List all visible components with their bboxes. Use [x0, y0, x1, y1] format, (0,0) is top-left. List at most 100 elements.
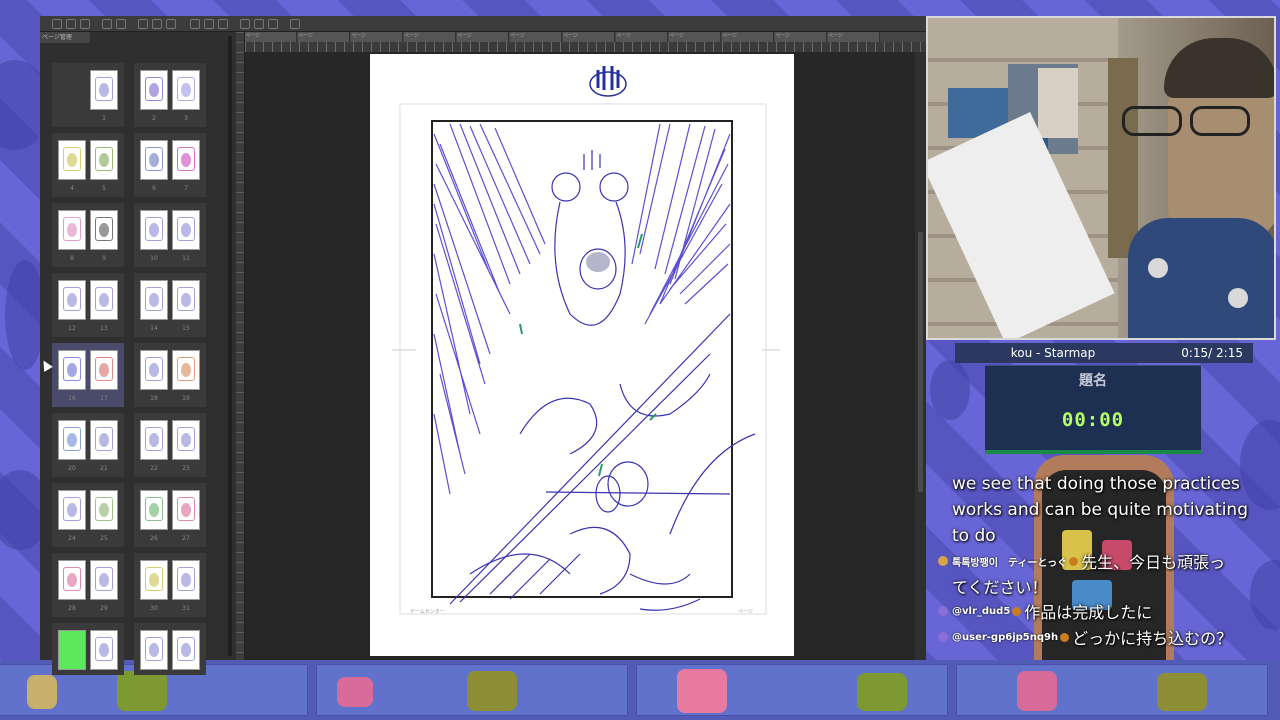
page-thumbnail[interactable]: [140, 490, 168, 530]
page-thumbnail[interactable]: [90, 210, 118, 250]
undo-icon[interactable]: [102, 19, 112, 29]
page-number: 31: [182, 605, 190, 612]
chat-message: 톡톡방팽이 ティーとっぐ 先生、今日も頑張っ: [938, 548, 1274, 574]
page-thumbnail[interactable]: [90, 560, 118, 600]
page-thumbnail[interactable]: [58, 350, 86, 390]
new-file-icon[interactable]: [52, 19, 62, 29]
document-tab[interactable]: ページ: [510, 32, 562, 42]
member-badge-icon: [1060, 632, 1070, 642]
page-thumbnail[interactable]: [172, 140, 200, 180]
page-thumbnail[interactable]: [172, 630, 200, 670]
page-number: 17: [100, 395, 108, 402]
snap-ruler-icon[interactable]: [190, 19, 200, 29]
page-spread-thumbnail[interactable]: 28 29: [52, 553, 124, 617]
page-thumbnail[interactable]: [140, 140, 168, 180]
document-tab[interactable]: ページ: [245, 32, 297, 42]
document-tab[interactable]: ページ: [351, 32, 403, 42]
page-thumbnail[interactable]: [140, 630, 168, 670]
page-thumbnail[interactable]: [58, 210, 86, 250]
document-tab[interactable]: ページ: [669, 32, 721, 42]
page-thumbnail[interactable]: [140, 420, 168, 460]
panel-splitter[interactable]: [228, 36, 232, 656]
avatar: [938, 606, 948, 616]
page-thumbnail[interactable]: [140, 280, 168, 320]
document-tab[interactable]: ページ: [563, 32, 615, 42]
page-thumbnail[interactable]: [172, 70, 200, 110]
document-tab[interactable]: ページ: [828, 32, 880, 42]
save-icon[interactable]: [80, 19, 90, 29]
page-thumbnail[interactable]: [58, 490, 86, 530]
page-spread-thumbnail[interactable]: 45: [52, 133, 124, 197]
page-spread-thumbnail[interactable]: 24 25: [52, 483, 124, 547]
page-thumbnail[interactable]: [58, 280, 86, 320]
page-spread-thumbnail[interactable]: 16 17: [52, 343, 124, 407]
page-thumbnail[interactable]: [90, 350, 118, 390]
manga-page[interactable]: ゲームセンター ページ: [370, 54, 794, 656]
transform-icon[interactable]: [152, 19, 162, 29]
page-thumbnail[interactable]: [58, 140, 86, 180]
page-thumbnail[interactable]: [90, 420, 118, 460]
scrollbar-thumb[interactable]: [918, 232, 923, 492]
page-manager-tab[interactable]: ページ管理: [40, 32, 90, 43]
page-spread-thumbnail[interactable]: 89: [52, 203, 124, 267]
page-number: 26: [150, 535, 158, 542]
page-thumbnail[interactable]: [58, 420, 86, 460]
page-thumbnail[interactable]: [90, 280, 118, 320]
page-spread-thumbnail[interactable]: 23: [134, 63, 206, 127]
canvas-area[interactable]: ゲームセンター ページ: [245, 52, 926, 660]
snap-special-icon[interactable]: [218, 19, 228, 29]
page-thumbnail[interactable]: [172, 560, 200, 600]
page-thumbnail[interactable]: [90, 70, 118, 110]
document-tab[interactable]: ページ: [722, 32, 774, 42]
clear-icon[interactable]: [138, 19, 148, 29]
page-spread-thumbnail[interactable]: 20 21: [52, 413, 124, 477]
page-thumbnail[interactable]: [172, 490, 200, 530]
document-tabs[interactable]: ページ ページ ページ ページ ページ ページ ページ ページ ページ ページ ページ ページ: [245, 32, 926, 42]
pen-icon[interactable]: [268, 19, 278, 29]
page-spread-thumbnail[interactable]: [52, 623, 124, 675]
page-thumbnail[interactable]: [140, 560, 168, 600]
page-spread-thumbnail[interactable]: 30 31: [134, 553, 206, 617]
page-number: 4: [70, 185, 74, 192]
page-thumbnail[interactable]: [172, 350, 200, 390]
page-thumbnail[interactable]: [90, 490, 118, 530]
page-thumbnail[interactable]: [172, 210, 200, 250]
page-spread-thumbnail[interactable]: 67: [134, 133, 206, 197]
document-tab[interactable]: ページ: [457, 32, 509, 42]
song-time: 0:15/ 2:15: [1181, 346, 1243, 360]
canvas-vertical-scrollbar[interactable]: [915, 52, 926, 660]
page-thumbnail[interactable]: [58, 630, 86, 670]
chat-overlay: 톡톡방팽이 ティーとっぐ 先生、今日も頑張っ てください！ @vlr_dud5 …: [938, 548, 1274, 650]
page-thumbnail[interactable]: [58, 70, 86, 110]
fill-icon[interactable]: [166, 19, 176, 29]
page-number: 1: [102, 115, 106, 122]
ruler-icon[interactable]: [240, 19, 250, 29]
page-thumbnail[interactable]: [140, 350, 168, 390]
page-thumbnail[interactable]: [140, 210, 168, 250]
snap-grid-icon[interactable]: [204, 19, 214, 29]
page-spread-thumbnail[interactable]: 10 11: [134, 203, 206, 267]
document-tab[interactable]: ページ: [775, 32, 827, 42]
page-spread-thumbnail[interactable]: 26 27: [134, 483, 206, 547]
page-thumbnail[interactable]: [90, 140, 118, 180]
timer-label: 題名: [1079, 373, 1107, 389]
page-thumbnail[interactable]: [140, 70, 168, 110]
open-file-icon[interactable]: [66, 19, 76, 29]
help-icon[interactable]: [290, 19, 300, 29]
page-number: 16: [68, 395, 76, 402]
page-thumbnail[interactable]: [58, 560, 86, 600]
page-spread-thumbnail[interactable]: 14 15: [134, 273, 206, 337]
document-tab[interactable]: ページ: [298, 32, 350, 42]
page-spread-thumbnail[interactable]: 18 19: [134, 343, 206, 407]
document-tab[interactable]: ページ: [616, 32, 668, 42]
page-spread-thumbnail[interactable]: 22 23: [134, 413, 206, 477]
page-spread-thumbnail[interactable]: 1: [52, 63, 124, 127]
page-thumbnail[interactable]: [172, 280, 200, 320]
document-tab[interactable]: ページ: [404, 32, 456, 42]
page-spread-thumbnail[interactable]: [134, 623, 206, 675]
redo-icon[interactable]: [116, 19, 126, 29]
brush-icon[interactable]: [254, 19, 264, 29]
page-thumbnail[interactable]: [172, 420, 200, 460]
page-thumbnail[interactable]: [90, 630, 118, 670]
page-spread-thumbnail[interactable]: 12 13: [52, 273, 124, 337]
